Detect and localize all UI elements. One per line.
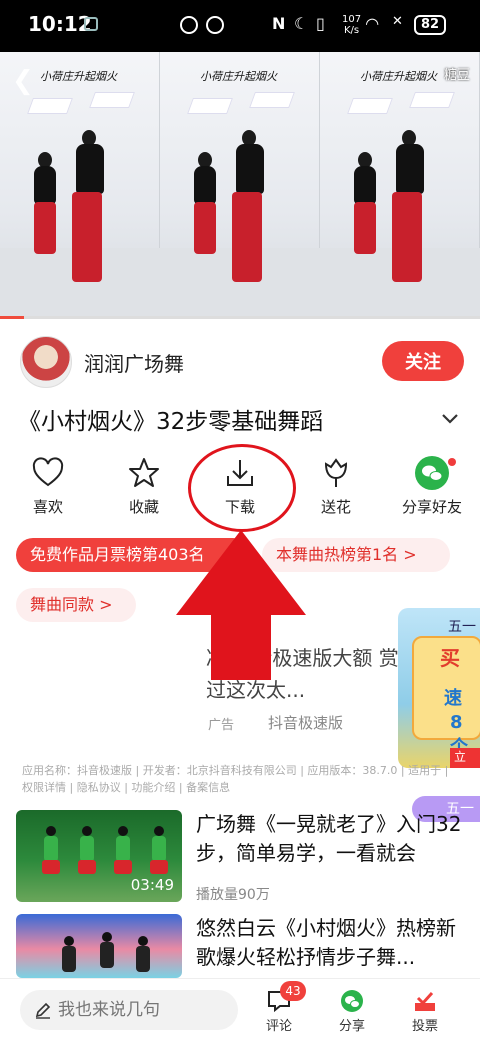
video-player[interactable]: 小荷庄升起烟火 小荷庄升起烟火 小荷庄升起烟火 ❮ 糖豆 [0,52,480,318]
share-button[interactable]: 分享 [324,989,380,1034]
like-button[interactable]: 喜欢 [8,456,88,526]
network-speed-unit: K/s [343,25,360,36]
video-caption: 小荷庄升起烟火 [200,70,277,83]
no-sim-icon: ✕ [392,14,403,29]
floating-ad-line: 速 [444,688,462,709]
speedometer-icon [206,16,224,34]
send-flower-label: 送花 [320,498,351,516]
pencil-icon [35,1002,51,1019]
ad-app-info: 应用名称：抖音极速版 | 开发者：北京抖音科技有限公司 | 应用版本：38.7.… [22,764,449,794]
battery-level: 82 [414,15,446,35]
send-flower-button[interactable]: 送花 [296,456,376,526]
network-speed-value: 107 [342,14,362,25]
video-duration: 03:49 [130,876,174,894]
related-video-views: 播放量90万 [196,887,270,903]
like-label: 喜欢 [32,498,63,516]
heart-icon [32,457,64,487]
follow-button[interactable]: 关注 [382,341,464,381]
floating-ad-title: 五一 [448,619,476,635]
wechat-icon [415,456,449,490]
video-frame: 小荷庄升起烟火 [320,52,480,318]
ad-source[interactable]: 抖音极速版 [268,712,343,733]
annotation-arrow-icon [176,530,306,680]
related-video-thumbnail[interactable]: 03:49 [16,810,182,902]
video-title: 《小村烟火》32步零基础舞蹈 [18,409,324,435]
wechat-icon [341,990,363,1012]
vote-icon [415,991,435,1011]
video-watermark: 糖豆 [443,68,470,83]
vote-label: 投票 [411,1019,438,1034]
video-frame: 小荷庄升起烟火 [160,52,320,318]
network-speed: 107 K/s [342,14,361,36]
notification-dot [448,458,456,466]
favorite-button[interactable]: 收藏 [104,456,184,526]
chevron-down-icon[interactable] [440,408,460,428]
nfc-icon [180,16,198,34]
video-progress-bar[interactable] [0,316,480,319]
app-notification-icon [84,17,98,31]
comment-label: 评论 [265,1019,292,1034]
share-friends-button[interactable]: 分享好友 [392,456,472,526]
floating-ad-line: 买 [440,646,460,670]
status-time: 10:12 [28,12,92,36]
video-progress-fill [0,316,24,319]
back-arrow-icon[interactable]: ❮ [12,66,34,96]
video-caption: 小荷庄升起烟火 [360,70,437,83]
vibrate-icon: ▯ [316,14,325,33]
bottom-bar: 评论 43 分享 投票 [0,978,480,1040]
author-name[interactable]: 润润广场舞 [84,348,184,377]
share-friends-label: 分享好友 [401,498,462,516]
related-video-thumbnail[interactable] [16,914,182,978]
annotation-circle [188,444,296,532]
favorite-label: 收藏 [128,498,159,516]
comment-input[interactable] [20,990,238,1030]
author-avatar[interactable] [20,336,72,388]
vote-button[interactable]: 投票 [397,989,453,1034]
status-bar: 10:12 N ☾ ▯ 107 K/s ◠ ✕ 82 [0,0,480,52]
nfc-n-icon: N [272,14,286,33]
video-caption: 小荷庄升起烟火 [40,70,117,83]
floating-ad-banner[interactable]: 五一 买 速 8个 立即 [398,608,480,768]
star-icon [129,458,159,487]
same-song-tag[interactable]: 舞曲同款 > [16,588,136,622]
related-video-title[interactable]: 广场舞《一晃就老了》入门32步，简单易学，一看就会 [196,810,464,868]
flower-icon [324,458,348,487]
share-label: 分享 [338,1019,365,1034]
related-video-title[interactable]: 悠然白云《小村烟火》热榜新歌爆火轻松抒情步子舞... [196,914,464,972]
moon-icon: ☾ [294,14,309,33]
comment-count-badge: 43 [280,981,306,1001]
ad-label: 广告 [208,718,235,733]
wifi-icon: ◠ [366,14,379,33]
